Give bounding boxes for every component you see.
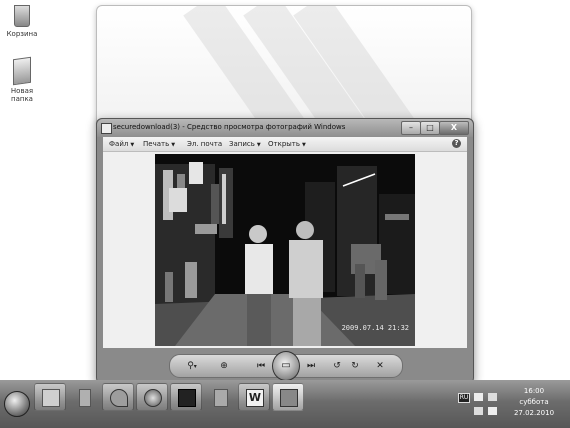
desktop-icon-label: Новая папка	[10, 87, 34, 103]
library-icon	[42, 389, 60, 407]
photo-timestamp: 2009.07.14 21:32	[341, 324, 409, 332]
firefox-icon	[144, 389, 162, 407]
taskbar-item-explorer[interactable]	[34, 383, 66, 411]
taskbar-item-recycle[interactable]	[204, 383, 236, 411]
previous-icon: ⏮	[256, 361, 266, 371]
help-icon[interactable]: ?	[452, 139, 461, 148]
battery-icon[interactable]	[488, 407, 497, 415]
desktop-icon-recycle-bin[interactable]: Корзина	[0, 3, 45, 38]
next-button[interactable]: ⏭	[300, 359, 322, 373]
window-title: securedownload(3) - Средство просмотра ф…	[113, 123, 346, 131]
minimize-icon: –	[409, 123, 413, 132]
app-icon	[101, 123, 112, 134]
recycle-bin-icon	[14, 5, 30, 27]
close-icon: X	[450, 123, 458, 132]
menu-burn[interactable]: Запись ▼	[229, 140, 261, 148]
delete-button[interactable]: ✕	[372, 359, 388, 373]
zoom-button[interactable]: ⚲▾	[182, 359, 202, 373]
taskbar-item-satellite[interactable]	[102, 383, 134, 411]
taskbar-item-firefox[interactable]	[136, 383, 168, 411]
menu-label: Файл	[109, 140, 129, 148]
photo-viewer-icon	[280, 389, 298, 407]
chevron-down-icon: ▼	[130, 142, 135, 148]
minimize-button[interactable]: –	[401, 121, 421, 135]
fit-icon: ⊕	[220, 361, 228, 371]
desktop-icon-label: Корзина	[6, 30, 38, 38]
volume-icon[interactable]	[488, 393, 497, 401]
maximize-icon: □	[426, 123, 434, 132]
menu-label: Открыть	[268, 140, 300, 148]
close-button[interactable]: X	[439, 121, 469, 135]
floppy-icon	[178, 389, 196, 407]
menu-file[interactable]: Файл ▼	[109, 140, 134, 148]
photo-viewer-window[interactable]: securedownload(3) - Средство просмотра ф…	[96, 118, 474, 384]
clock-time: 16:00	[523, 387, 545, 395]
recycle-icon	[214, 389, 228, 407]
menu-label: Запись	[229, 140, 255, 148]
actual-size-button[interactable]: ⊕	[216, 359, 232, 373]
menu-open[interactable]: Открыть ▼	[268, 140, 306, 148]
taskbar-item-word[interactable]: W	[238, 383, 270, 411]
chevron-down-icon: ▼	[171, 142, 176, 148]
maximize-button[interactable]: □	[420, 121, 440, 135]
satellite-icon	[110, 389, 128, 407]
language-indicator[interactable]: RU	[458, 393, 470, 403]
menu-label: Печать	[143, 140, 170, 148]
rotate-right-icon: ↻	[351, 361, 359, 371]
network-icon[interactable]	[474, 393, 483, 401]
background-window[interactable]	[96, 5, 472, 127]
photo-canvas: 2009.07.14 21:32	[103, 152, 467, 348]
taskbar-item-photo-viewer[interactable]	[272, 383, 304, 411]
chevron-down-icon: ▾	[193, 363, 197, 370]
photo[interactable]: 2009.07.14 21:32	[155, 154, 415, 346]
viewer-controls: ⚲▾ ⊕ ⏮ ▭ ⏭ ↺ ↻ ✕	[169, 351, 403, 381]
previous-button[interactable]: ⏮	[250, 359, 272, 373]
menu-bar: Файл ▼ Печать ▼ Эл. почта Запись ▼ Открыть ▼…	[103, 137, 467, 152]
folder-icon	[13, 56, 31, 86]
system-tray: RU	[442, 383, 512, 425]
menu-email[interactable]: Эл. почта	[187, 140, 222, 148]
chevron-down-icon: ▼	[302, 142, 306, 148]
clock-day: суббота	[519, 398, 549, 406]
desktop-icon-new-folder[interactable]: Новая папка	[0, 56, 45, 103]
flag-icon[interactable]	[474, 407, 483, 415]
rotate-cw-button[interactable]: ↻	[348, 359, 362, 373]
title-bar[interactable]: securedownload(3) - Средство просмотра ф…	[97, 119, 473, 137]
menu-label: Эл. почта	[187, 140, 223, 148]
delete-icon: ✕	[376, 361, 384, 371]
taskbar: W RU 16:00 суббота 27.02.2010	[0, 380, 570, 428]
clock[interactable]: 16:00 суббота 27.02.2010	[506, 386, 562, 419]
word-icon: W	[246, 389, 264, 407]
next-icon: ⏭	[306, 361, 316, 371]
menu-print[interactable]: Печать ▼	[143, 140, 175, 148]
taskbar-item-media[interactable]	[68, 383, 100, 411]
rotate-left-icon: ↺	[333, 361, 341, 371]
slideshow-button[interactable]: ▭	[272, 351, 300, 381]
rotate-ccw-button[interactable]: ↺	[330, 359, 344, 373]
start-button[interactable]	[4, 391, 30, 417]
taskbar-item-floppy[interactable]	[170, 383, 202, 411]
magnifier-icon: ⚲	[187, 361, 194, 371]
chevron-down-icon: ▼	[256, 142, 261, 148]
clock-date: 27.02.2010	[513, 409, 555, 417]
slideshow-icon: ▭	[281, 360, 291, 371]
photo-image	[155, 154, 415, 346]
media-icon	[79, 389, 91, 407]
